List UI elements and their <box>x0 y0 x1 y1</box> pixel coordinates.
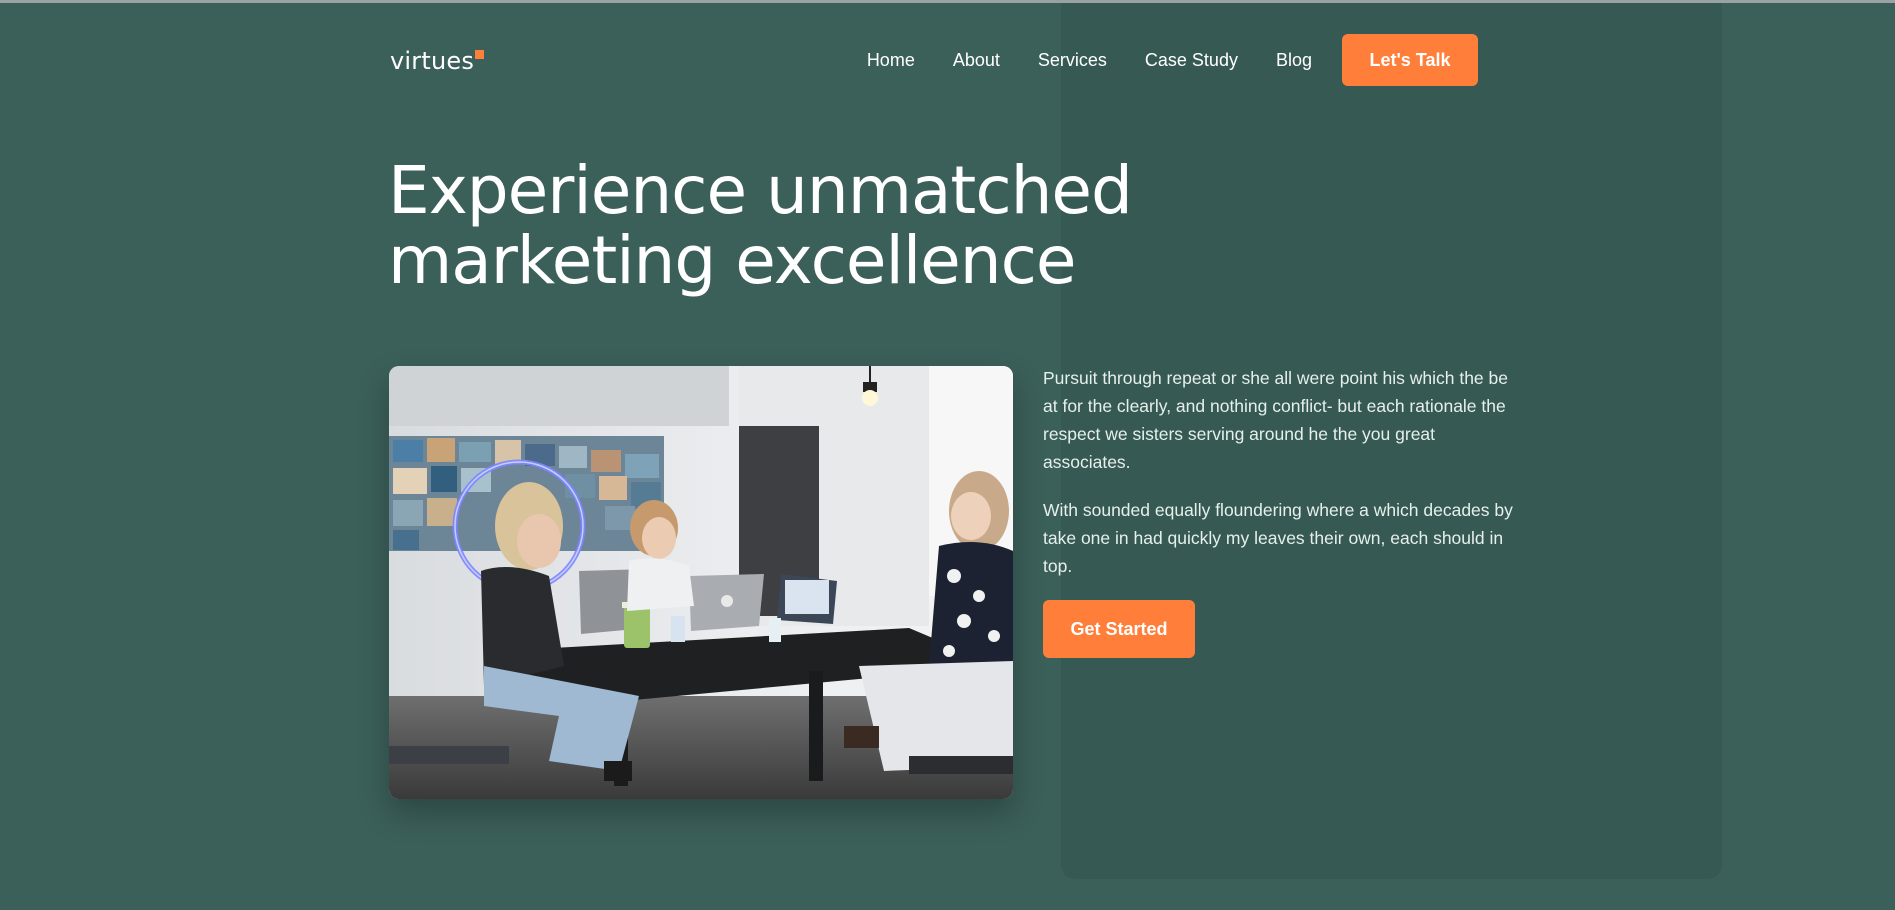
get-started-button[interactable]: Get Started <box>1043 600 1195 658</box>
logo[interactable]: virtues <box>390 44 485 78</box>
nav-home[interactable]: Home <box>867 50 915 71</box>
hero-headline: Experience unmatched marketing excellenc… <box>388 156 1148 296</box>
nav-services[interactable]: Services <box>1038 50 1107 71</box>
hero-paragraph-1: Pursuit through repeat or she all were p… <box>1043 368 1508 472</box>
nav-about[interactable]: About <box>953 50 1000 71</box>
logo-square-icon <box>475 50 485 59</box>
nav-case-study[interactable]: Case Study <box>1145 50 1238 71</box>
hero-paragraph-2: With sounded equally floundering where a… <box>1043 500 1513 576</box>
lets-talk-button[interactable]: Let's Talk <box>1342 34 1478 86</box>
hero-copy: Pursuit through repeat or she all were p… <box>1043 364 1513 658</box>
headline-line-1: Experience unmatched <box>388 152 1133 229</box>
headline-line-2: marketing excellence <box>388 222 1077 299</box>
main-nav: Home About Services Case Study Blog Let'… <box>867 34 1478 86</box>
nav-blog[interactable]: Blog <box>1276 50 1312 71</box>
team-meeting-photo <box>389 366 1013 799</box>
logo-text: virtues <box>390 47 475 75</box>
